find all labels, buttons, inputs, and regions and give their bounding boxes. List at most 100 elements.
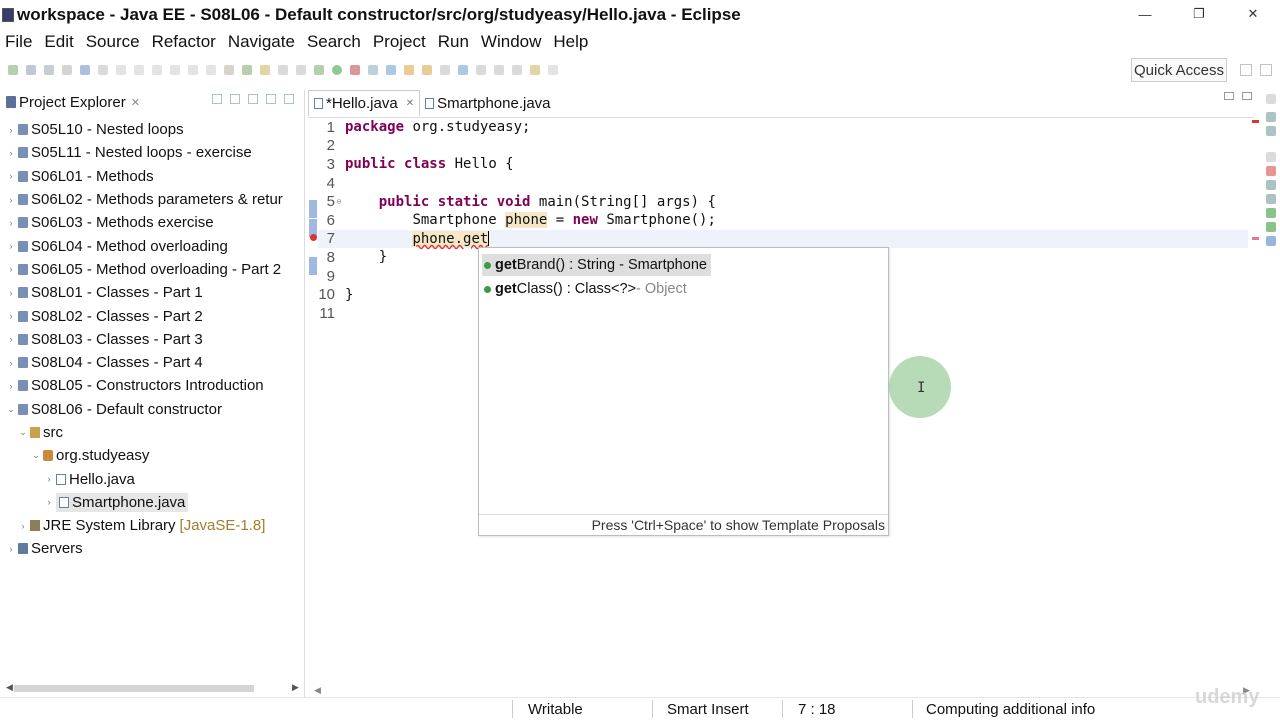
error-overview-marker[interactable] [1252,237,1259,240]
new-class-icon[interactable] [386,65,396,75]
java-ee-perspective-icon[interactable] [1260,64,1272,76]
collapse-all-icon[interactable] [212,94,222,104]
server-run-icon[interactable] [314,65,324,75]
maximize-button[interactable]: ❐ [1172,0,1226,28]
status-progress-text[interactable]: Computing additional info [926,701,1095,718]
completion-item-getclass[interactable]: get Class() : Class<?> - Object [482,278,691,300]
scroll-left-icon[interactable]: ◀ [314,685,321,696]
terminal-icon[interactable] [80,65,90,75]
tree-item-src[interactable]: ⌄ src [0,421,305,444]
expand-arrow-icon[interactable]: › [6,334,16,344]
expand-arrow-icon[interactable]: › [6,218,16,228]
menu-help[interactable]: Help [547,32,594,52]
tree-item-s08l06[interactable]: ⌄ S08L06 - Default constructor [0,398,305,421]
outline-view-icon[interactable] [1266,112,1276,122]
expand-arrow-icon[interactable]: › [6,288,16,298]
expand-arrow-icon[interactable]: › [6,381,16,391]
menu-file[interactable]: File [0,32,38,52]
minimize-view-icon[interactable] [266,94,276,104]
whitespace-icon[interactable] [278,65,288,75]
tab-smartphone-java[interactable]: Smartphone.java [420,90,555,116]
close-icon[interactable]: ✕ [406,98,414,109]
menu-search[interactable]: Search [301,32,367,52]
link-with-editor-icon[interactable] [230,94,240,104]
fold-toggle-icon[interactable]: ⊖ [335,197,343,206]
collapse-arrow-icon[interactable]: ⌄ [6,404,16,415]
close-icon[interactable]: ✕ [131,96,140,109]
expand-arrow-icon[interactable]: › [6,311,16,321]
collapse-arrow-icon[interactable]: ⌄ [18,427,28,438]
expand-arrow-icon[interactable]: › [44,497,54,507]
expand-arrow-icon[interactable]: › [6,241,16,251]
resume-icon[interactable] [116,65,126,75]
expand-arrow-icon[interactable]: › [6,148,16,158]
quick-access-input[interactable]: Quick Access [1131,58,1227,82]
console-view-icon[interactable] [1266,236,1276,246]
expand-arrow-icon[interactable]: › [6,264,16,274]
tree-item-jre-library[interactable]: › JRE System Library [JavaSE-1.8] [0,514,305,537]
web-browser-icon[interactable] [458,65,468,75]
show-source-icon[interactable] [296,65,306,75]
run-icon[interactable] [332,65,342,75]
status-cursor-position[interactable]: 7 : 18 [798,701,836,718]
tree-item-s06l05[interactable]: › S06L05 - Method overloading - Part 2 [0,258,305,281]
terminate-icon[interactable] [152,65,162,75]
status-insert-mode[interactable]: Smart Insert [667,701,749,718]
error-overview-marker[interactable] [1252,120,1259,123]
expand-arrow-icon[interactable]: › [6,195,16,205]
explorer-horizontal-scrollbar[interactable]: ◀ ▶ [0,682,305,694]
close-window-button[interactable]: ✕ [1226,0,1280,28]
menu-refactor[interactable]: Refactor [146,32,222,52]
open-type-icon[interactable] [404,65,414,75]
tab-hello-java[interactable]: *Hello.java ✕ [308,90,421,116]
annotation-next-icon[interactable] [476,65,486,75]
restore-icon[interactable] [1266,94,1276,104]
collapse-arrow-icon[interactable]: ⌄ [31,450,41,461]
tree-item-servers[interactable]: › Servers [0,537,305,560]
expand-arrow-icon[interactable]: › [44,474,54,484]
tree-item-s08l02[interactable]: › S08L02 - Classes - Part 2 [0,304,305,327]
maximize-editor-icon[interactable] [1242,92,1252,100]
step-into-icon[interactable] [170,65,180,75]
tree-item-s06l02[interactable]: › S06L02 - Methods parameters & retur [0,188,305,211]
open-perspective-icon[interactable] [1240,64,1252,76]
scrollbar-thumb[interactable] [14,685,254,692]
external-tools-icon[interactable] [350,65,360,75]
data-source-icon[interactable] [1266,208,1276,218]
new-icon[interactable] [8,65,18,75]
menu-window[interactable]: Window [475,32,547,52]
toggle-block-icon[interactable] [224,65,234,75]
tree-item-package[interactable]: ⌄ org.studyeasy [0,444,305,467]
tree-item-s08l04[interactable]: › S08L04 - Classes - Part 4 [0,351,305,374]
last-edit-icon[interactable] [512,65,522,75]
menu-project[interactable]: Project [367,32,432,52]
minimize-button[interactable]: — [1118,0,1172,28]
step-over-icon[interactable] [188,65,198,75]
search-icon[interactable] [440,65,450,75]
print-icon[interactable] [62,65,72,75]
tree-item-s06l04[interactable]: › S06L04 - Method overloading [0,234,305,257]
tree-item-s06l01[interactable]: › S06L01 - Methods [0,165,305,188]
servers-view-icon[interactable] [1266,194,1276,204]
tree-item-s05l11[interactable]: › S05L11 - Nested loops - exercise [0,141,305,164]
forward-icon[interactable] [548,65,558,75]
snippets-icon[interactable] [1266,222,1276,232]
save-all-icon[interactable] [44,65,54,75]
maximize-view-icon[interactable] [284,94,294,104]
new-server-icon[interactable] [368,65,378,75]
tree-item-s08l03[interactable]: › S08L03 - Classes - Part 3 [0,328,305,351]
scroll-left-icon[interactable]: ◀ [6,682,13,693]
javadoc-view-icon[interactable] [1266,180,1276,190]
annotation-prev-icon[interactable] [494,65,504,75]
open-task-icon[interactable] [422,65,432,75]
back-icon[interactable] [530,65,540,75]
minimize-editor-icon[interactable] [1224,92,1234,100]
project-explorer-tab[interactable]: Project Explorer ✕ [0,90,140,114]
restore-icon[interactable] [1266,152,1276,162]
mark-occurrences-icon[interactable] [242,65,252,75]
tree-item-hello-java[interactable]: › Hello.java [0,467,305,490]
completion-item-getbrand[interactable]: get Brand() : String - Smartphone [482,254,711,276]
menu-source[interactable]: Source [80,32,146,52]
editor-horizontal-scrollbar[interactable]: ◀ ▶ [308,685,1254,696]
overview-ruler[interactable] [1250,117,1260,687]
